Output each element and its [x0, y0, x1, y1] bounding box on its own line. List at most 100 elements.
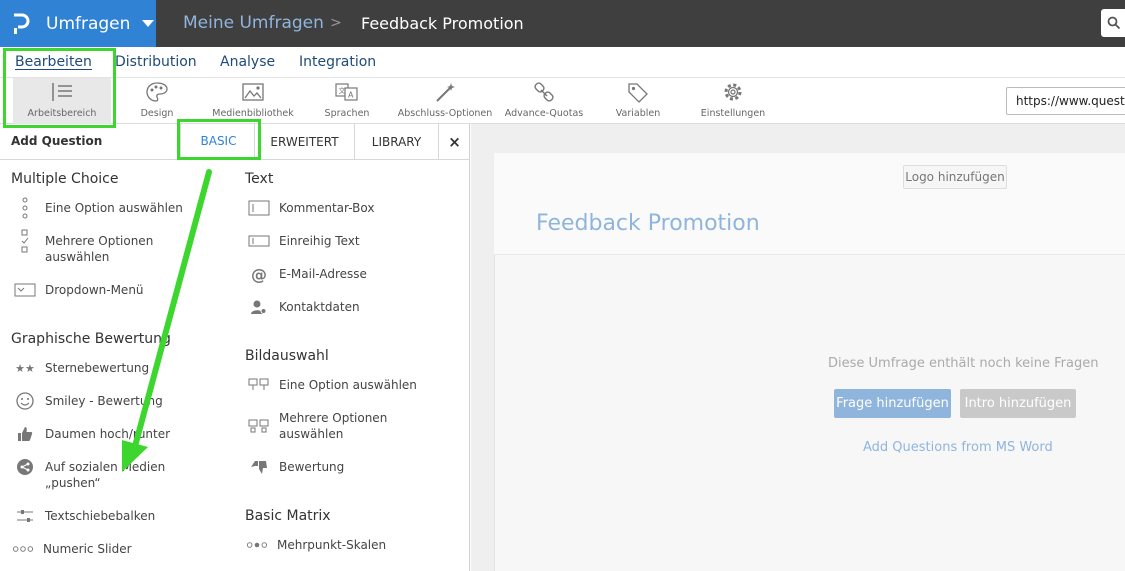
app-switcher[interactable]: Umfragen: [0, 0, 156, 47]
question-type-image-multi[interactable]: Mehrere Optionen auswählen: [248, 410, 408, 442]
tool-label: Sprachen: [324, 108, 370, 119]
question-type-label: Smiley - Bewertung: [45, 394, 163, 408]
survey-title[interactable]: Feedback Promotion: [536, 211, 760, 236]
main-menu: Bearbeiten Distribution Analyse Integrat…: [0, 47, 1125, 78]
question-type-smiley-rating[interactable]: Smiley - Bewertung: [14, 392, 163, 410]
app-name: Umfragen: [46, 13, 131, 34]
tool-advance-quotas[interactable]: Advance-Quotas: [505, 78, 583, 124]
breadcrumb-parent[interactable]: Meine Umfragen: [183, 13, 324, 33]
add-logo-button[interactable]: Logo hinzufügen: [903, 165, 1007, 189]
tool-variables[interactable]: Variablen: [614, 78, 662, 124]
tool-label: Einstellungen: [700, 108, 766, 119]
slider-icon: [14, 508, 36, 524]
breadcrumb-current: Feedback Promotion: [361, 14, 524, 33]
menu-bearbeiten[interactable]: Bearbeiten: [15, 54, 92, 70]
question-type-label: Daumen hoch/runter: [45, 427, 171, 441]
tool-settings[interactable]: Einstellungen: [700, 78, 766, 124]
image-grid-icon: [248, 418, 270, 434]
question-type-single-line[interactable]: Einreihig Text: [248, 233, 360, 249]
panel-title: Add Question: [11, 134, 103, 148]
question-type-label: E-Mail-Adresse: [279, 267, 367, 281]
question-type-label: Dropdown-Menü: [45, 283, 144, 297]
tool-completion-options[interactable]: Abschluss-Optionen: [398, 78, 492, 124]
question-type-label: Numeric Slider: [43, 542, 132, 556]
tool-workspace[interactable]: Arbeitsbereich: [13, 78, 111, 124]
tool-label: Medienbibliothek: [212, 108, 294, 119]
question-type-star-rating[interactable]: ★★ Sternebewertung: [14, 360, 149, 376]
checkbox-list-icon: [14, 229, 36, 253]
add-question-panel: Add Question BASIC ERWEITERT LIBRARY × M…: [0, 124, 470, 571]
question-type-label: Sternebewertung: [45, 361, 150, 375]
svg-text:A: A: [348, 91, 354, 100]
translate-icon: 文A: [334, 78, 360, 106]
dropdown-icon: [14, 282, 36, 298]
add-intro-button[interactable]: Intro hinzufügen: [960, 389, 1076, 418]
tool-languages[interactable]: 文A Sprachen: [322, 78, 372, 124]
question-type-label: Kontaktdaten: [279, 300, 360, 314]
question-type-label: Mehrpunkt-Skalen: [277, 538, 387, 552]
contact-icon: [248, 299, 270, 315]
textarea-icon: [248, 200, 270, 216]
svg-text:文: 文: [339, 86, 346, 95]
workspace-icon: [50, 78, 74, 106]
empty-state-message: Diese Umfrage enthält noch keine Fragen: [828, 356, 1099, 371]
share-icon: [14, 459, 36, 475]
tool-label: Design: [140, 108, 174, 119]
question-type-thumbs[interactable]: Daumen hoch/runter: [14, 426, 170, 442]
tool-label: Abschluss-Optionen: [397, 108, 493, 119]
tool-label: Advance-Quotas: [504, 108, 584, 119]
thumbs-icon: [248, 459, 270, 475]
tool-media-library[interactable]: Medienbibliothek: [211, 78, 295, 124]
gear-icon: [721, 78, 745, 106]
add-question-button[interactable]: Frage hinzufügen: [834, 389, 951, 418]
magic-wand-icon: [433, 78, 457, 106]
section-title-basic-matrix: Basic Matrix: [245, 508, 331, 524]
image-grid-icon: [248, 377, 270, 393]
question-type-image-rating[interactable]: Bewertung: [248, 459, 344, 475]
breadcrumb-separator: >: [330, 15, 342, 31]
ms-word-import-link[interactable]: Add Questions from MS Word: [863, 440, 1053, 455]
tool-design[interactable]: Design: [132, 78, 182, 124]
question-type-label: Mehrere Optionen auswählen: [45, 234, 154, 264]
section-title-image-choice: Bildauswahl: [245, 348, 329, 364]
palette-icon: [145, 78, 169, 106]
question-type-dropdown[interactable]: Dropdown-Menü: [14, 282, 144, 298]
question-type-numeric-slider[interactable]: Numeric Slider: [12, 541, 132, 557]
tab-basic[interactable]: BASIC: [180, 124, 256, 160]
menu-distribution[interactable]: Distribution: [115, 54, 197, 70]
top-bar: Umfragen Meine Umfragen > Feedback Promo…: [0, 0, 1125, 47]
question-type-text-slider[interactable]: Textschiebebalken: [14, 508, 155, 524]
question-type-label: Bewertung: [279, 460, 345, 474]
tab-erweitert[interactable]: ERWEITERT: [254, 124, 354, 160]
question-type-multipoint-scale[interactable]: Mehrpunkt-Skalen: [246, 537, 386, 553]
survey-url-field[interactable]: [1006, 87, 1125, 115]
smiley-icon: [14, 392, 36, 410]
tag-icon: [626, 78, 650, 106]
text-input-icon: [248, 233, 270, 249]
question-type-label: Kommentar-Box: [279, 201, 375, 215]
menu-analyse[interactable]: Analyse: [220, 54, 275, 70]
question-type-label: Mehrere Optionen auswählen: [279, 411, 388, 441]
question-type-single-choice[interactable]: Eine Option auswählen: [14, 197, 183, 219]
menu-integration[interactable]: Integration: [299, 54, 376, 70]
question-type-comment-box[interactable]: Kommentar-Box: [248, 200, 374, 216]
tab-library[interactable]: LIBRARY: [354, 124, 438, 160]
question-type-social-push[interactable]: Auf sozialen Medien „pushen“: [14, 459, 174, 491]
thumbs-up-icon: [14, 426, 36, 442]
section-title-graphic-rating: Graphische Bewertung: [11, 331, 171, 347]
dots-slider-icon: [12, 541, 34, 557]
question-type-label: Textschiebebalken: [45, 509, 156, 523]
search-button[interactable]: [1101, 9, 1125, 37]
question-type-email[interactable]: @ E-Mail-Adresse: [248, 265, 367, 284]
question-type-label: Auf sozialen Medien „pushen“: [45, 460, 166, 490]
dots-scale-icon: [246, 537, 268, 553]
question-type-multi-choice[interactable]: Mehrere Optionen auswählen: [14, 229, 174, 265]
close-icon[interactable]: ×: [438, 124, 470, 160]
tool-label: Arbeitsbereich: [27, 108, 97, 119]
question-type-contact[interactable]: Kontaktdaten: [248, 299, 360, 315]
question-type-image-single[interactable]: Eine Option auswählen: [248, 377, 417, 393]
section-title-multiple-choice: Multiple Choice: [11, 171, 119, 187]
question-type-label: Eine Option auswählen: [45, 201, 183, 215]
question-type-label: Eine Option auswählen: [279, 378, 417, 392]
radio-list-icon: [14, 197, 36, 219]
